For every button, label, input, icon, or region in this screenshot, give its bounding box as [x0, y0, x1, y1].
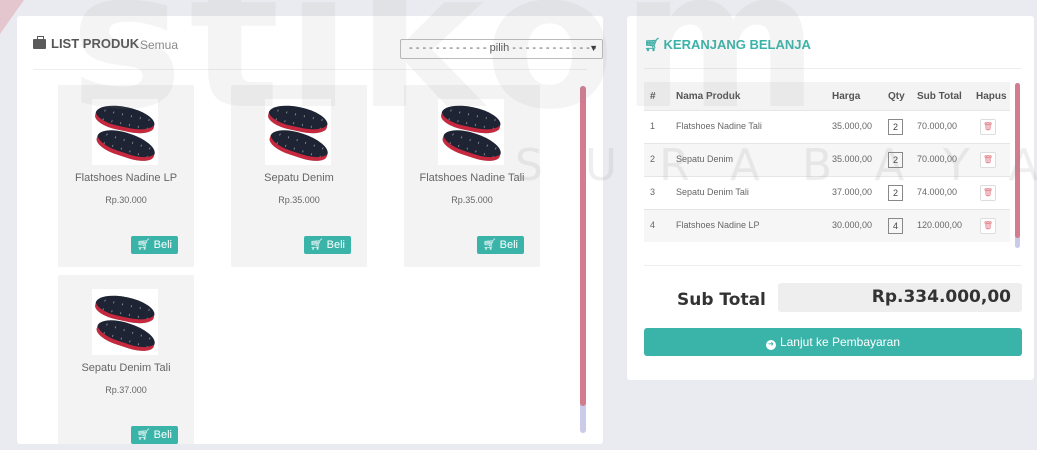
briefcase-icon [33, 36, 46, 49]
row-subtotal: 120.000,00 [917, 220, 963, 230]
product-list-scrollbar[interactable] [580, 86, 586, 433]
product-card: Flatshoes Nadine LP Rp.30.000 🛒︎ Beli [58, 85, 194, 267]
cart-icon: 🛒︎ [482, 239, 497, 251]
row-price: 30.000,00 [832, 220, 873, 230]
qty-input[interactable]: 4 [888, 218, 903, 234]
cart-table-scrollbar[interactable] [1015, 83, 1020, 248]
row-product-name: Sepatu Denim [676, 154, 734, 164]
product-name: Sepatu Denim [264, 172, 334, 184]
row-number: 2 [650, 154, 656, 164]
product-price: Rp.35.000 [278, 195, 320, 205]
row-subtotal: 70.000,00 [917, 154, 958, 164]
watermark-logo-mark [0, 0, 24, 34]
table-row: 2 Sepatu Denim 35.000,00 2 70.000,00 🗑︎ [644, 143, 1010, 176]
arrow-circle-right-icon: ➜ [765, 340, 776, 350]
subtotal-value: Rp.334.000,00 [778, 283, 1022, 312]
product-price: Rp.35.000 [451, 195, 493, 205]
qty-input[interactable]: 2 [888, 119, 903, 135]
product-card: Flatshoes Nadine Tali Rp.35.000 🛒︎ Beli [404, 85, 540, 267]
product-list-subtitle: Semua [140, 38, 179, 52]
row-product-name: Sepatu Denim Tali [676, 187, 749, 197]
row-subtotal: 74.000,00 [917, 187, 958, 197]
row-product-name: Flatshoes Nadine Tali [676, 121, 762, 131]
product-image [265, 99, 332, 166]
product-price: Rp.30.000 [105, 195, 147, 205]
product-name: Flatshoes Nadine LP [74, 172, 178, 184]
delete-button[interactable]: 🗑︎ [980, 185, 996, 201]
table-row: 4 Flatshoes Nadine LP 30.000,00 4 120.00… [644, 209, 1010, 242]
delete-button[interactable]: 🗑︎ [980, 152, 996, 168]
product-list-title: LIST PRODUK [51, 36, 140, 51]
column-header-hapus: Hapus [976, 91, 1007, 102]
table-row: 3 Sepatu Denim Tali 37.000,00 2 74.000,0… [644, 176, 1010, 209]
row-price: 35.000,00 [832, 121, 873, 131]
product-list-panel: LIST PRODUK Semua - - - - - - - - - - - … [17, 16, 603, 444]
buy-button[interactable]: 🛒︎ Beli [130, 426, 178, 444]
cart-icon: 🛒︎ [136, 239, 151, 251]
buy-button-label: Beli [153, 429, 172, 441]
product-card: Sepatu Denim Tali Rp.37.000 🛒︎ Beli [58, 275, 194, 444]
subtotal-label: Sub Total [677, 290, 766, 310]
row-price: 35.000,00 [832, 154, 873, 164]
table-row: 1 Flatshoes Nadine Tali 35.000,00 2 70.0… [644, 110, 1010, 143]
trash-icon: 🗑︎ [982, 155, 994, 164]
trash-icon: 🗑︎ [982, 221, 994, 230]
cart-icon: 🛒︎ [136, 429, 151, 441]
column-header-name: Nama Produk [676, 91, 741, 102]
product-card: Sepatu Denim Rp.35.000 🛒︎ Beli [231, 85, 367, 267]
column-header-qty: Qty [888, 91, 905, 102]
checkout-button[interactable]: ➜ Lanjut ke Pembayaran [644, 328, 1022, 356]
scrollbar-thumb[interactable] [580, 86, 586, 406]
cart-title: KERANJANG BELANJA [663, 37, 811, 52]
row-number: 1 [650, 121, 656, 131]
qty-input[interactable]: 2 [888, 152, 903, 168]
cart-icon: 🛒︎ [309, 239, 324, 251]
row-number: 4 [650, 220, 656, 230]
divider [644, 68, 1022, 69]
caret-down-icon: ▼ [589, 43, 598, 53]
buy-button-label: Beli [499, 239, 518, 251]
cart-table: # Nama Produk Harga Qty Sub Total Hapus … [644, 82, 1010, 242]
scrollbar-thumb[interactable] [1015, 83, 1020, 238]
product-price: Rp.37.000 [105, 385, 147, 395]
column-header-subtotal: Sub Total [917, 91, 962, 102]
cart-header: 🛒︎ KERANJANG BELANJA [644, 37, 811, 53]
cart-icon: 🛒︎ [644, 37, 661, 52]
checkout-button-label: Lanjut ke Pembayaran [779, 335, 901, 349]
column-header-no: # [650, 91, 656, 102]
trash-icon: 🗑︎ [982, 122, 994, 131]
product-name: Sepatu Denim Tali [81, 362, 171, 374]
column-header-harga: Harga [832, 91, 861, 102]
buy-button[interactable]: 🛒︎ Beli [303, 236, 351, 254]
buy-button-label: Beli [326, 239, 345, 251]
row-product-name: Flatshoes Nadine LP [676, 220, 760, 230]
cart-table-header: # Nama Produk Harga Qty Sub Total Hapus [644, 82, 1010, 110]
cart-panel: 🛒︎ KERANJANG BELANJA # Nama Produk Harga … [627, 16, 1034, 380]
product-image [92, 99, 159, 166]
product-image [92, 289, 159, 356]
row-subtotal: 70.000,00 [917, 121, 958, 131]
category-select-value: - - - - - - - - - - - - pilih - - - - - … [409, 42, 597, 54]
buy-button[interactable]: 🛒︎ Beli [130, 236, 178, 254]
delete-button[interactable]: 🗑︎ [980, 218, 996, 234]
trash-icon: 🗑︎ [982, 188, 994, 197]
qty-input[interactable]: 2 [888, 185, 903, 201]
delete-button[interactable]: 🗑︎ [980, 119, 996, 135]
category-select[interactable]: - - - - - - - - - - - - pilih - - - - - … [400, 39, 603, 59]
product-name: Flatshoes Nadine Tali [419, 172, 525, 184]
product-list-header: LIST PRODUK Semua - - - - - - - - - - - … [33, 36, 603, 59]
product-image [438, 99, 505, 166]
divider [33, 69, 587, 70]
divider [644, 265, 1022, 266]
buy-button[interactable]: 🛒︎ Beli [476, 236, 524, 254]
row-price: 37.000,00 [832, 187, 873, 197]
row-number: 3 [650, 187, 656, 197]
buy-button-label: Beli [153, 239, 172, 251]
